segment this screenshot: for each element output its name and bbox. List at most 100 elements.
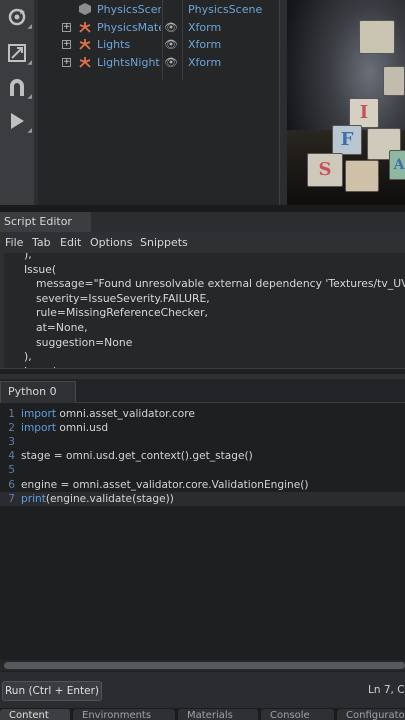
physics-scene-icon: [78, 2, 92, 16]
menu-options[interactable]: Options: [90, 232, 132, 253]
code-editor[interactable]: 1 import omni.asset_validator.core 2 import…: [0, 404, 405, 660]
stage-tree-row[interactable]: + PhysicsMaterial👁 Xform: [38, 19, 280, 36]
code-content: omni.usd: [55, 422, 109, 435]
script-editor-footer: Run (Ctrl + Enter) Ln 7, Col: [0, 672, 405, 708]
panel-splitter[interactable]: [0, 205, 405, 212]
cursor-position-status: Ln 7, Col: [368, 684, 405, 696]
code-horizontal-scrollbar[interactable]: [0, 660, 405, 671]
stage-tree-row[interactable]: + LightsNight 👁 Xform: [38, 54, 280, 71]
python-tabbar: Python 0: [0, 379, 405, 403]
eye-icon[interactable]: 👁: [164, 36, 178, 53]
line-number: 1: [8, 408, 15, 420]
stage-tree-panel: PhysicsScene PhysicsScene + PhysicsMaterial…: [38, 0, 280, 205]
submenu-arrow-icon: ◢: [27, 93, 32, 100]
prim-name: Lights: [97, 38, 131, 52]
code-text: import omni.usd: [21, 421, 108, 435]
tab-configurator[interactable]: Configurator: [337, 709, 405, 720]
expand-toggle[interactable]: +: [62, 57, 71, 67]
script-editor-header: Script Editor: [0, 212, 405, 232]
menu-snippets[interactable]: Snippets: [140, 232, 188, 253]
code-text: print(engine.validate(stage)): [21, 492, 174, 506]
code-line[interactable]: 1 import omni.asset_validator.core: [0, 407, 405, 421]
code-line[interactable]: 3: [0, 435, 405, 449]
line-number: 3: [8, 436, 15, 449]
script-editor-menubar: File Tab Edit Options Snippets: [0, 232, 405, 253]
output-line: ),: [24, 350, 32, 364]
line-number: 5: [8, 464, 15, 477]
output-line: suggestion=None: [36, 335, 133, 349]
tab-python-0[interactable]: Python 0: [0, 381, 76, 403]
rotate-icon[interactable]: ◢: [4, 6, 32, 32]
prim-type: PhysicsScene: [188, 3, 263, 16]
output-line: severity=IssueSeverity.FAILURE,: [36, 291, 210, 305]
code-line[interactable]: 6 engine = omni.asset_validator.core.Vali…: [0, 478, 405, 492]
output-line: rule=MissingReferenceChecker,: [36, 306, 208, 320]
script-editor-tab[interactable]: Script Editor: [0, 212, 91, 232]
tab-content[interactable]: Content: [0, 709, 70, 720]
prim-name: LightsNight: [97, 55, 160, 69]
menu-edit[interactable]: Edit: [60, 232, 81, 253]
submenu-arrow-icon: ◢: [27, 23, 32, 30]
expand-toggle[interactable]: +: [62, 40, 71, 50]
viewport-cube: [359, 20, 395, 54]
line-number: 2: [8, 422, 15, 435]
tab-materials[interactable]: Materials: [178, 709, 258, 720]
output-pane[interactable]: ), Issue(message="Found unresolvable exte…: [0, 253, 405, 369]
output-line: at=None,: [36, 321, 88, 334]
output-line: message="Found unresolvable external dep…: [36, 277, 405, 291]
viewport-toolbar: ◢ ◢ ◢ ◢: [0, 0, 34, 212]
viewport-cube: S: [307, 153, 343, 187]
prim-type: Xform: [188, 20, 222, 34]
code-content: (engine.validate(stage)): [45, 492, 174, 505]
play-icon[interactable]: ◢: [4, 110, 32, 136]
code-line[interactable]: 7 print(engine.validate(stage)): [0, 491, 405, 506]
stage-tree-row[interactable]: PhysicsScene PhysicsScene: [38, 1, 280, 18]
xform-icon: [78, 20, 92, 34]
snap-magnet-icon[interactable]: ◢: [4, 76, 32, 102]
prim-name: PhysicsScene: [97, 3, 161, 16]
code-line[interactable]: 5: [0, 463, 405, 477]
code-keyword: print: [21, 492, 46, 505]
code-text: stage = omni.usd.get_context().get_stage…: [21, 449, 253, 463]
line-number: 7: [8, 492, 15, 505]
tab-console[interactable]: Console: [261, 709, 334, 720]
viewport-cube: A: [389, 150, 405, 180]
code-text: engine = omni.asset_validator.core.Valid…: [21, 478, 309, 492]
scrollbar-thumb[interactable]: [4, 662, 405, 669]
bottom-panel-tabs: Content Environments Materials Console Confi…: [0, 708, 405, 720]
code-line[interactable]: 4 stage = omni.usd.get_context().get_stag…: [0, 449, 405, 463]
tab-environments[interactable]: Environments: [73, 709, 175, 720]
output-gutter: [0, 253, 4, 368]
viewport[interactable]: I F S A: [287, 0, 405, 207]
code-content: stage = omni.usd.get_context().get_stage…: [21, 450, 253, 463]
code-content: engine = omni.asset_validator.core.Valid…: [21, 478, 309, 491]
xform-icon: [78, 55, 92, 69]
submenu-arrow-icon: ◢: [27, 127, 32, 134]
prim-type: Xform: [188, 38, 222, 52]
top-area: ◢ ◢ ◢ ◢ PhysicsScenePhysicsScene+Physics…: [0, 0, 405, 212]
code-keyword: import: [21, 408, 56, 420]
code-line[interactable]: 2 import omni.usd: [0, 421, 405, 435]
xform-icon: [78, 37, 92, 51]
code-text: import omni.asset_validator.core: [21, 407, 195, 421]
menu-file[interactable]: File: [5, 232, 23, 253]
output-line: ),: [24, 253, 32, 261]
viewport-cube: F: [332, 125, 362, 155]
stage-tree-row[interactable]: + Lights 👁 Xform: [38, 36, 280, 53]
submenu-arrow-icon: ◢: [27, 59, 32, 66]
viewport-cube: I: [349, 98, 379, 128]
eye-icon[interactable]: 👁: [164, 19, 178, 36]
scale-icon[interactable]: ◢: [4, 42, 32, 68]
prim-type: Xform: [188, 55, 222, 69]
output-line: Issue(: [24, 262, 57, 276]
eye-icon[interactable]: 👁: [164, 54, 178, 71]
expand-toggle[interactable]: +: [62, 22, 71, 32]
viewport-cube: [345, 160, 379, 192]
line-number: 6: [8, 478, 15, 491]
menu-tab[interactable]: Tab: [32, 232, 51, 253]
code-content: omni.asset_validator.core: [55, 408, 195, 420]
run-button[interactable]: Run (Ctrl + Enter): [2, 681, 102, 701]
line-number: 4: [8, 450, 15, 463]
code-keyword: import: [21, 422, 56, 435]
prim-name: PhysicsMaterial: [97, 20, 161, 34]
